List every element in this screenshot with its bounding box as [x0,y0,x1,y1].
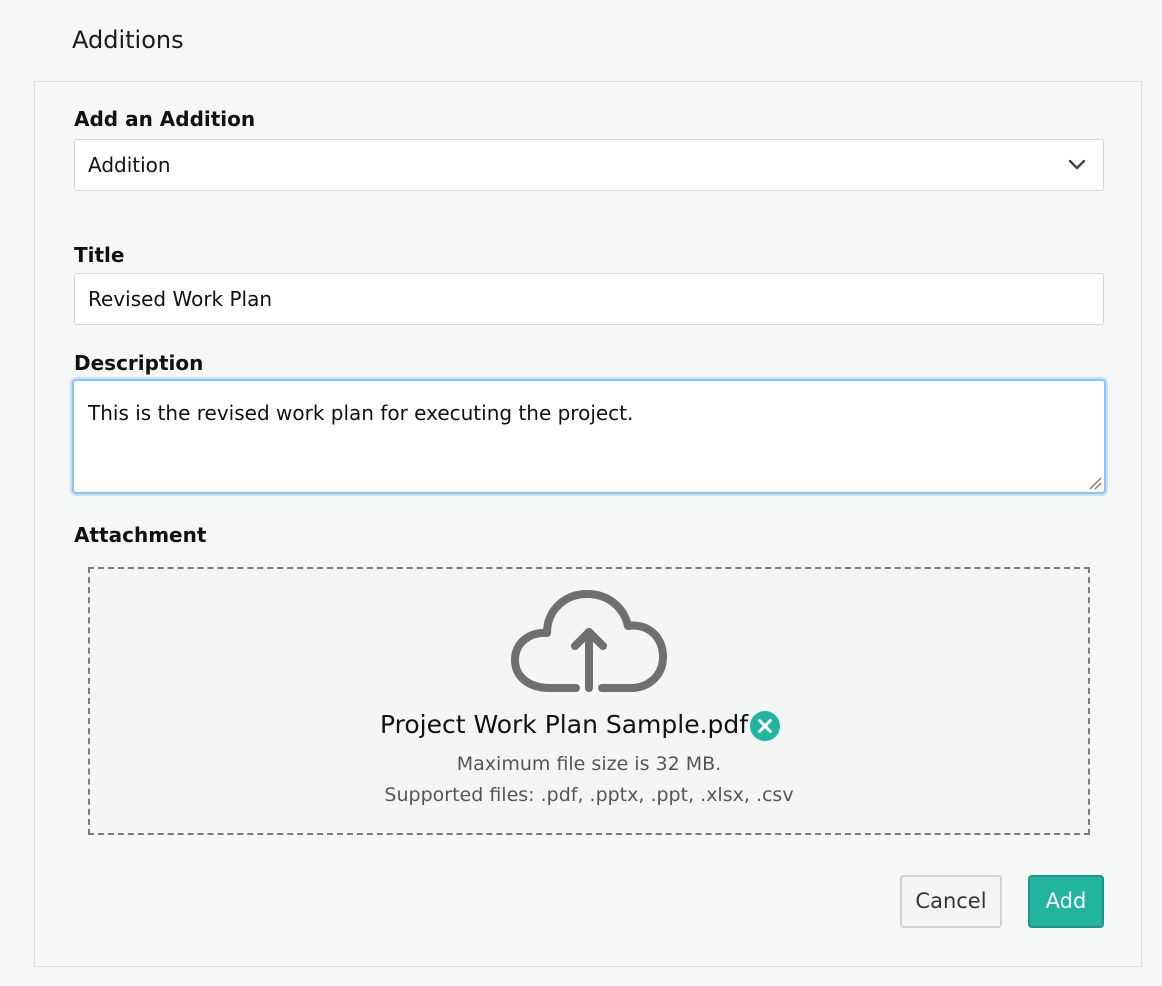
title-input[interactable] [74,273,1104,325]
attached-file-row: Project Work Plan Sample.pdf [0,708,1162,744]
add-button[interactable]: Add [1028,875,1104,928]
attached-file-name: Project Work Plan Sample.pdf [380,710,749,739]
addition-type-selected-value: Addition [88,153,171,177]
cancel-button[interactable]: Cancel [900,875,1002,928]
cloud-upload-icon [511,590,667,692]
resize-grip-icon[interactable] [1088,476,1102,490]
addition-type-select[interactable]: Addition [74,139,1104,191]
attachment-label: Attachment [74,523,207,547]
max-file-size-hint: Maximum file size is 32 MB. [456,753,722,775]
supported-files-hint: Supported files: .pdf, .pptx, .ppt, .xls… [384,784,794,806]
page-title: Additions [72,26,184,54]
title-label: Title [74,243,125,267]
description-textarea[interactable]: This is the revised work plan for execut… [72,379,1106,494]
description-label: Description [74,351,204,375]
remove-circle-icon[interactable] [749,710,781,742]
addition-type-label: Add an Addition [74,107,256,131]
chevron-down-icon [1068,159,1086,170]
